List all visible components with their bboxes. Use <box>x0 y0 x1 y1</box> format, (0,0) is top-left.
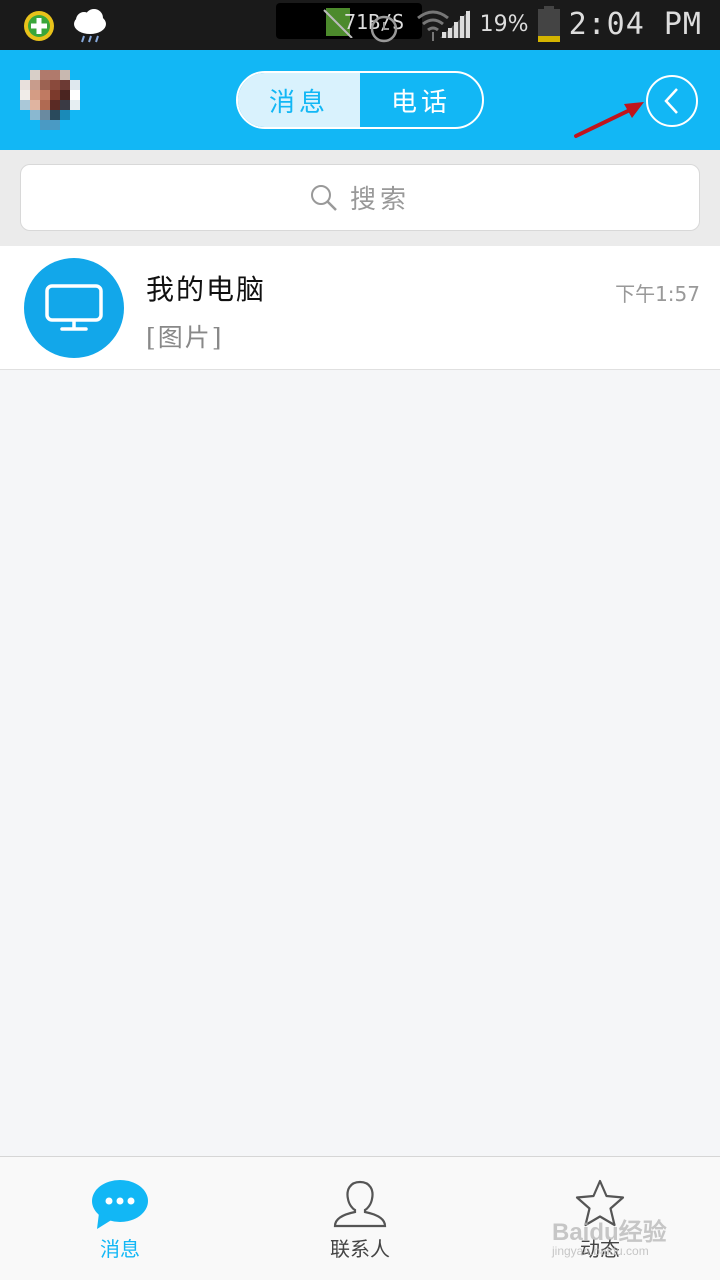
search-input[interactable]: 搜索 <box>20 164 700 231</box>
watermark-url: jingyan.baidu.com <box>552 1244 649 1258</box>
segmented-control: 消息 电话 <box>236 71 484 129</box>
nav-label-messages: 消息 <box>100 1237 140 1261</box>
chat-bubble-icon <box>92 1180 148 1229</box>
conversation-avatar <box>24 258 124 358</box>
weather-cloud-rain-icon <box>74 9 106 43</box>
back-button[interactable] <box>646 75 698 127</box>
conversation-time: 下午1:57 <box>615 282 700 306</box>
monitor-icon <box>45 284 103 331</box>
nav-messages[interactable]: 消息 <box>0 1157 240 1280</box>
pixelated-avatar-icon <box>20 70 80 130</box>
person-icon <box>333 1180 387 1228</box>
user-avatar[interactable] <box>20 70 80 130</box>
search-placeholder: 搜索 <box>349 185 410 215</box>
signal-icon <box>439 10 470 38</box>
watermark-logo: Baidu经验 <box>552 1219 667 1246</box>
clock: 2:04 PM <box>568 6 702 42</box>
list-item[interactable]: 我的电脑 [图片] 下午1:57 <box>0 246 720 370</box>
chevron-left-icon <box>664 88 678 114</box>
conversation-list: 我的电脑 [图片] 下午1:57 <box>0 246 720 370</box>
tab-calls[interactable]: 电话 <box>360 73 482 127</box>
alarm-icon <box>370 15 398 43</box>
status-bar: 71B/S 19% 2:04 PM <box>0 0 720 50</box>
status-right: 19% 2:04 PM <box>438 6 702 42</box>
search-icon <box>310 184 337 211</box>
app-plus-icon <box>24 11 54 41</box>
nav-label-contacts: 联系人 <box>330 1237 390 1261</box>
search-area: 搜索 <box>0 150 720 246</box>
status-left-icons <box>22 8 110 44</box>
battery-icon <box>537 6 560 42</box>
conversation-title: 我的电脑 <box>146 273 267 306</box>
battery-percent: 19% <box>479 11 529 37</box>
nav-contacts[interactable]: 联系人 <box>240 1157 480 1280</box>
conversation-preview: [图片] <box>146 323 224 352</box>
tab-messages[interactable]: 消息 <box>238 73 360 127</box>
annotation-arrow-icon <box>574 102 644 138</box>
